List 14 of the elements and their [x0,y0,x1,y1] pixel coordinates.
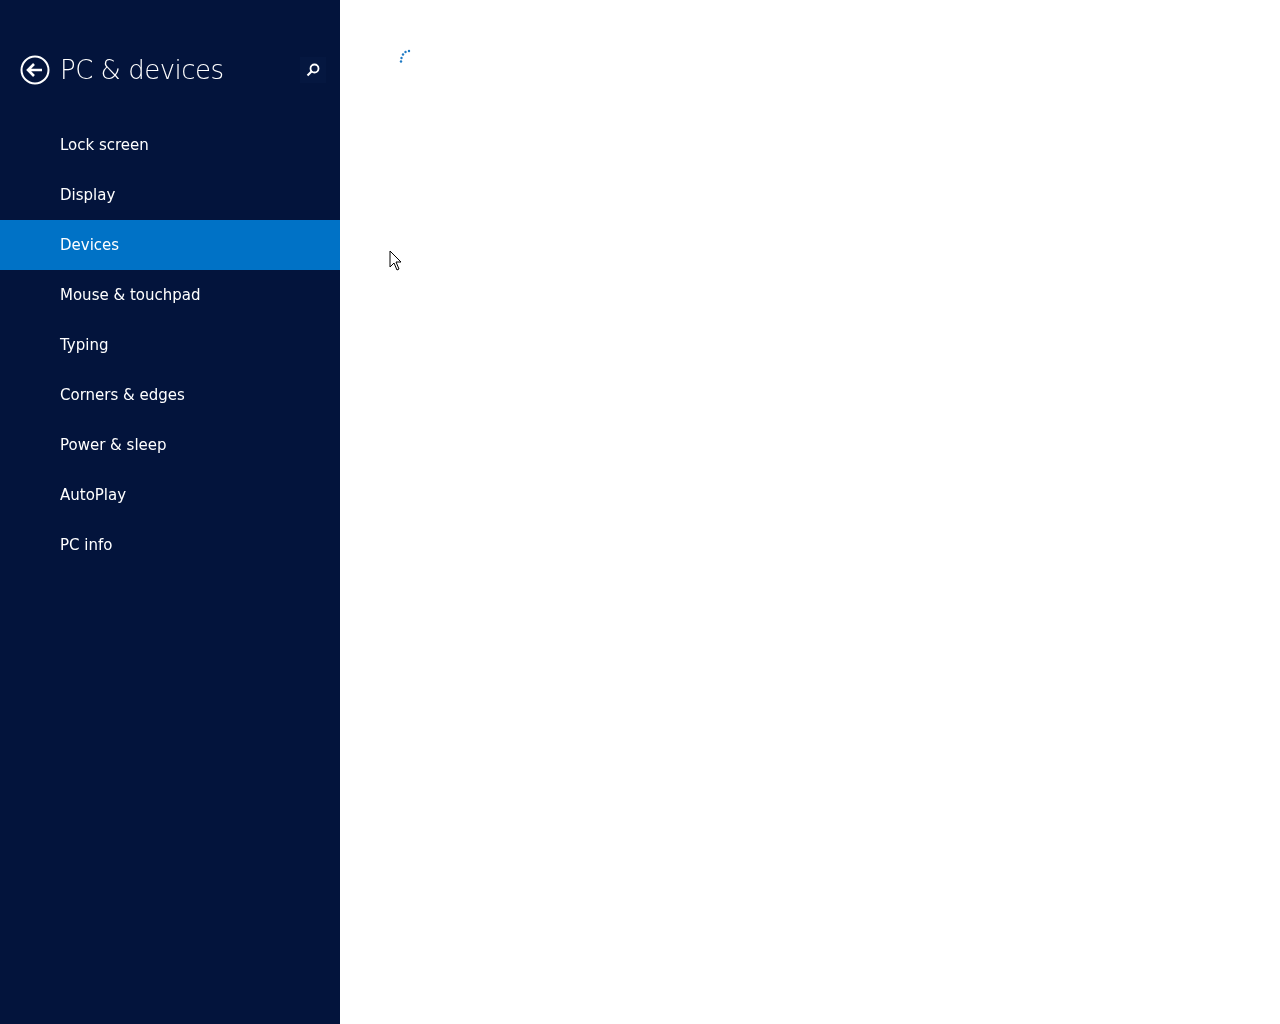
nav-item[interactable]: PC info [0,520,340,570]
search-icon [306,63,320,77]
nav-item[interactable]: Typing [0,320,340,370]
nav-item[interactable]: Lock screen [0,120,340,170]
page-title: PC & devices [60,55,225,85]
nav-item[interactable]: Corners & edges [0,370,340,420]
mouse-pointer-icon [389,250,402,271]
search-button[interactable] [300,57,326,83]
nav-item[interactable]: Display [0,170,340,220]
nav-item[interactable]: Devices [0,220,340,270]
nav-item[interactable]: Power & sleep [0,420,340,470]
nav-item[interactable]: AutoPlay [0,470,340,520]
nav-item[interactable]: Mouse & touchpad [0,270,340,320]
back-button[interactable] [20,55,50,85]
